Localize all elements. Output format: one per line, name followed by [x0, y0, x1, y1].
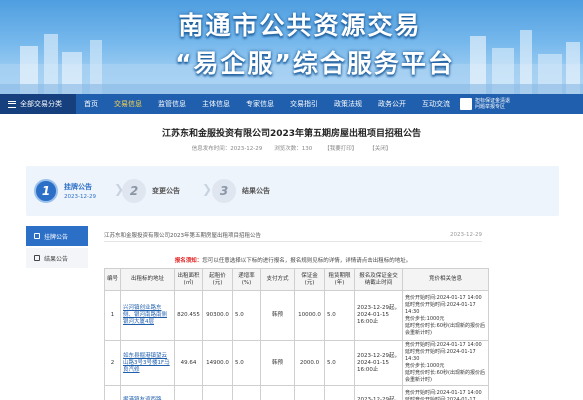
cell-deadline: 2023-12-29起，	[354, 385, 403, 400]
column-header: 出租面积(㎡)	[174, 268, 203, 291]
cell-term: 5.0	[324, 290, 355, 341]
cell-deadline: 2023-12-29起，2024-01-15 16:00止	[354, 340, 403, 386]
cell-term: 5.0	[324, 340, 355, 386]
column-header: 报名及保证金交纳截止时间	[354, 268, 403, 291]
table-row: 1 兴河镇创业路东侧、银河南路南侧银河大厦4层 820.455 90300.0 …	[104, 290, 489, 341]
cell-pay: 韩预	[260, 290, 295, 341]
step-result-notice[interactable]: 3 结果公告	[212, 176, 270, 206]
registration-notice: 报名须知：您可以任意选择以下标的进行报名，报名规则见标的详情，详情请点击出租标的…	[104, 256, 482, 264]
column-header: 竞价相关信息	[402, 268, 489, 291]
close-link[interactable]: 【关闭】	[369, 144, 391, 152]
column-header: 起租价(元)	[202, 268, 233, 291]
cell-bid-info: 竞价开始时间:2024-01-17 14:00 延时竞价开始时间:2024-01…	[402, 290, 489, 341]
deposit-refund-link[interactable]: 担标保证金清退 问题举报专区	[460, 98, 510, 110]
document-name: 江苏东和金服投资有限公司2023年第五期房屋出租项目招租公告	[104, 232, 261, 239]
cell-deposit	[294, 385, 325, 400]
step-change-notice[interactable]: 2 变更公告	[122, 176, 180, 206]
tab-listing-notice[interactable]: 挂牌公告	[26, 226, 88, 246]
document-icon	[34, 255, 40, 261]
menu-icon	[8, 100, 16, 108]
table-row: 2 如东县掘港镇望云山路3号3号楼1F马良汽修 49.64 14900.0 5.…	[104, 340, 489, 386]
column-header: 编号	[104, 268, 121, 291]
cell-no: 2	[104, 340, 121, 386]
banner-title: 南通市公共资源交易	[178, 11, 422, 40]
tab-result-notice[interactable]: 结果公告	[26, 248, 88, 268]
nav-item-trade-info[interactable]: 交易信息	[106, 94, 150, 114]
nav-item-policy[interactable]: 政策法规	[326, 94, 370, 114]
tab-label: 结果公告	[44, 255, 69, 263]
view-count: 浏览次数：130	[274, 146, 313, 152]
cell-deposit: 10000.0	[294, 290, 325, 341]
cell-area: 820.455	[174, 290, 203, 341]
cell-rate: 5.0	[232, 290, 261, 341]
nav-item-interaction[interactable]: 互动交流	[414, 94, 458, 114]
step-number: 2	[122, 179, 146, 203]
page-title: 江苏东和金服投资有限公司2023年第五期房屋出租项目招租公告	[161, 129, 422, 139]
step-date: 2023-12-29	[64, 194, 96, 200]
step-listing-notice[interactable]: 1 挂牌公告 2023-12-29	[34, 176, 96, 206]
step-label: 结果公告	[242, 187, 270, 195]
cell-no	[104, 385, 121, 400]
cell-rate: 5.0	[232, 340, 261, 386]
cell-deposit: 2000.0	[294, 340, 325, 386]
article-meta: 信息发布时间：2023-12-29 浏览次数：130 【我要打印】 【关闭】	[0, 144, 583, 152]
process-steps: 1 挂牌公告 2023-12-29 ❯ 2 变更公告 ❯ 3 结果公告	[26, 166, 559, 216]
notice-label: 报名须知：	[174, 258, 203, 264]
table-row: 掘港镇友谊西路 2023-12-29起， 竞价开始时间:2024-01-17 1…	[104, 385, 489, 400]
banner-subtitle: “易企服”综合服务平台	[175, 49, 455, 78]
print-link[interactable]: 【我要打印】	[324, 144, 357, 152]
site-banner: 南通市公共资源交易 “易企服”综合服务平台	[0, 0, 583, 94]
cell-term	[324, 385, 355, 400]
step-label: 挂牌公告	[64, 183, 92, 191]
all-categories-label: 全部交易分类	[20, 100, 62, 108]
cell-address-link[interactable]: 掘港镇友谊西路	[120, 385, 175, 400]
column-header: 递增率(%)	[232, 268, 261, 291]
cell-deadline: 2023-12-29起，2024-01-15 16:00止	[354, 290, 403, 341]
nav-item-public[interactable]: 政务公开	[370, 94, 414, 114]
table-header-row: 编号 出租标的地址 出租面积(㎡) 起租价(元) 递增率(%) 支付方式 保证金…	[104, 268, 489, 291]
notice-text: 您可以任意选择以下标的进行报名，报名规则见标的详情，详情请点击出租标的地址。	[202, 258, 412, 264]
step-label: 变更公告	[152, 187, 180, 195]
cell-price: 90300.0	[202, 290, 233, 341]
cell-rate	[232, 385, 261, 400]
step-number: 3	[212, 179, 236, 203]
step-number: 1	[34, 179, 58, 203]
column-header: 支付方式	[260, 268, 295, 291]
cell-address-link[interactable]: 兴河镇创业路东侧、银河南路南侧银河大厦4层	[120, 290, 175, 341]
cell-pay	[260, 385, 295, 400]
nav-item-home[interactable]: 首页	[76, 94, 106, 114]
column-header: 出租标的地址	[120, 268, 175, 291]
nav-item-supervision[interactable]: 监管信息	[150, 94, 194, 114]
cell-bid-info: 竞价开始时间:2024-01-17 14:00 延时竞价开始时间:2024-01…	[402, 340, 489, 386]
cell-area: 49.64	[174, 340, 203, 386]
nav-item-guide[interactable]: 交易指引	[282, 94, 326, 114]
column-header: 保证金(元)	[294, 268, 325, 291]
column-header: 租赁期限(年)	[324, 268, 355, 291]
cell-bid-info: 竞价开始时间:2024-01-17 14:00 延时竞价开始时间:2024-01…	[402, 385, 489, 400]
main-nav: 全部交易分类 首页 交易信息 监管信息 主体信息 专家信息 交易指引 政策法规 …	[0, 94, 583, 114]
publish-time: 信息发布时间：2023-12-29	[191, 146, 263, 152]
chevron-right-icon: ❯	[202, 182, 213, 196]
deposit-refund-label: 担标保证金清退 问题举报专区	[475, 98, 511, 110]
side-tabs: 挂牌公告 结果公告	[26, 226, 88, 268]
nav-item-subject[interactable]: 主体信息	[194, 94, 238, 114]
lease-items-table: 编号 出租标的地址 出租面积(㎡) 起租价(元) 递增率(%) 支付方式 保证金…	[104, 268, 489, 400]
nav-item-expert[interactable]: 专家信息	[238, 94, 282, 114]
qr-code-icon	[460, 98, 472, 110]
tab-label: 挂牌公告	[44, 233, 69, 241]
cell-price	[202, 385, 233, 400]
document-icon	[34, 233, 40, 239]
cell-price: 14900.0	[202, 340, 233, 386]
cell-address-link[interactable]: 如东县掘港镇望云山路3号3号楼1F马良汽修	[120, 340, 175, 386]
cell-no: 1	[104, 290, 121, 341]
all-categories-button[interactable]: 全部交易分类	[0, 94, 76, 114]
cell-area	[174, 385, 203, 400]
cell-pay: 韩预	[260, 340, 295, 386]
document-date: 2023-12-29	[450, 231, 482, 238]
document-header: 江苏东和金服投资有限公司2023年第五期房屋出租项目招租公告 2023-12-2…	[104, 228, 482, 242]
